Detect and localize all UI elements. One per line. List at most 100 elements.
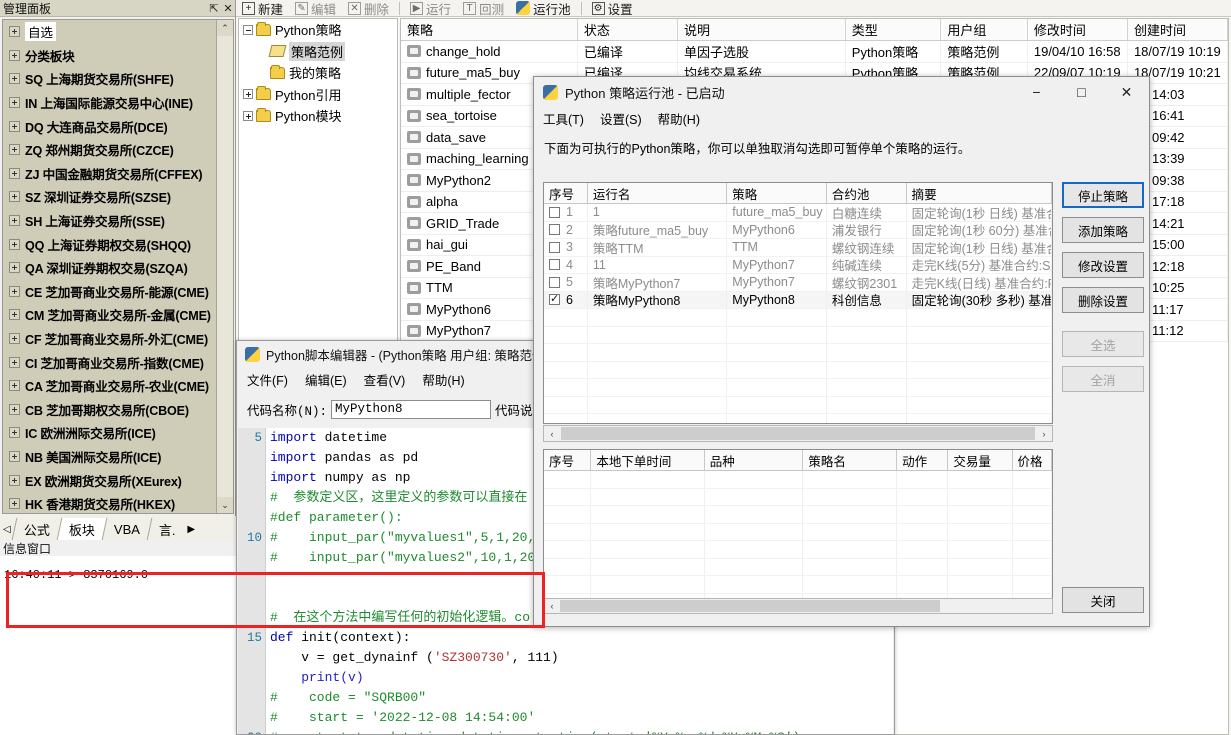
- market-tree-item[interactable]: NB 美国洲际交易所(ICE): [3, 445, 218, 469]
- market-tree-item[interactable]: DQ 大连商品交易所(DCE): [3, 114, 218, 138]
- running-table-hscrollbar[interactable]: ‹ ›: [543, 425, 1053, 442]
- market-tree-item[interactable]: CB 芝加哥期权交易所(CBOE): [3, 398, 218, 422]
- menu-edit[interactable]: 编辑(E): [305, 370, 347, 389]
- market-tree-item[interactable]: CI 芝加哥商业交易所-指数(CME): [3, 350, 218, 374]
- market-tree-item[interactable]: ZQ 郑州期货交易所(CZCE): [3, 138, 218, 162]
- row-checkbox[interactable]: [549, 292, 560, 306]
- expand-icon[interactable]: [9, 333, 20, 345]
- market-tree-item[interactable]: CF 芝加哥商业交易所-外汇(CME): [3, 327, 218, 351]
- column-header[interactable]: 序号: [544, 183, 588, 203]
- market-tree-item[interactable]: QQ 上海证券期权交易(SHQQ): [3, 232, 218, 256]
- column-header[interactable]: 交易量: [948, 450, 1013, 470]
- chevron-up-icon[interactable]: ⌃: [217, 20, 233, 36]
- row-checkbox[interactable]: [549, 241, 560, 253]
- market-tree-item[interactable]: HK 香港期货交易所(HKEX): [3, 492, 218, 513]
- table-row[interactable]: 1 1 future_ma5_buy 白糖连续 固定轮询(1秒 日线) 基准合: [544, 204, 1052, 222]
- market-tree-item[interactable]: 自选: [3, 20, 218, 44]
- column-header[interactable]: 价格: [1013, 450, 1052, 470]
- column-header[interactable]: 策略: [401, 19, 578, 40]
- market-tree-item[interactable]: IN 上海国际能源交易中心(INE): [3, 91, 218, 115]
- market-tree-item[interactable]: SH 上海证券交易所(SSE): [3, 209, 218, 233]
- market-tree-item[interactable]: CE 芝加哥商业交易所-能源(CME): [3, 280, 218, 304]
- pin-icon[interactable]: ⇱: [207, 2, 221, 15]
- table-row[interactable]: 2 策略future_ma5_buy MyPython6 浦发银行 固定轮询(1秒 60…: [544, 221, 1052, 239]
- column-header[interactable]: 说明: [678, 19, 846, 40]
- scrollbar-thumb[interactable]: [560, 600, 940, 612]
- python-strategy-pool-dialog[interactable]: Python 策略运行池 - 已启动 − □ ✕ 工具(T) 设置(S) 帮助(…: [533, 76, 1150, 627]
- expand-icon[interactable]: [9, 144, 20, 156]
- market-tree-item[interactable]: IC 欧洲洲际交易所(ICE): [3, 421, 218, 445]
- market-tree-item[interactable]: CM 芝加哥商业交易所-金属(CME): [3, 303, 218, 327]
- column-header[interactable]: 品种: [705, 450, 804, 470]
- menu-help[interactable]: 帮助(H): [422, 370, 464, 389]
- close-icon[interactable]: ✕: [221, 2, 235, 15]
- expand-icon[interactable]: [9, 309, 20, 321]
- pool-button-1[interactable]: 添加策略: [1062, 217, 1144, 243]
- expand-icon[interactable]: [9, 26, 20, 38]
- project-tree-item[interactable]: Python引用: [239, 84, 397, 106]
- triangle-right-icon[interactable]: ▶: [184, 518, 199, 540]
- market-tree[interactable]: 自选 分类板块 SQ 上海期货交易所(SHFE) IN 上海国际能源交易中心(INE)…: [2, 19, 234, 514]
- market-tree-item[interactable]: 分类板块: [3, 44, 218, 68]
- panel-tabs[interactable]: ◁ 公式 板块 VBA 言. ▶: [0, 516, 236, 540]
- menu-help[interactable]: 帮助(H): [658, 109, 700, 128]
- order-table-hscrollbar[interactable]: ‹: [543, 598, 1053, 614]
- row-checkbox[interactable]: [549, 206, 560, 218]
- column-header[interactable]: 用户组: [941, 19, 1028, 40]
- code-line[interactable]: v = get_dynainf ('SZ300730', 111): [270, 648, 893, 668]
- expand-icon[interactable]: [9, 356, 20, 368]
- pool-action-buttons[interactable]: 停止策略 添加策略 修改设置 删除设置 全选 全消: [1062, 182, 1144, 401]
- column-header[interactable]: 摘要: [907, 183, 1052, 203]
- expand-icon[interactable]: [9, 285, 20, 297]
- table-row[interactable]: change_hold 已编译 单因子选股 Python策略 策略范例 19/04/10 …: [401, 41, 1228, 63]
- market-tree-item[interactable]: SQ 上海期货交易所(SHFE): [3, 67, 218, 91]
- order-records-table[interactable]: 序号 本地下单时间 品种 策略名 动作 交易量 价格: [543, 449, 1053, 614]
- column-header[interactable]: 类型: [846, 19, 942, 40]
- market-tree-item[interactable]: EX 欧洲期货交易所(XEurex): [3, 468, 218, 492]
- market-tree-item[interactable]: CA 芝加哥商业交易所-农业(CME): [3, 374, 218, 398]
- row-checkbox[interactable]: [549, 224, 560, 236]
- code-name-input[interactable]: [331, 399, 492, 419]
- pool-menubar[interactable]: 工具(T) 设置(S) 帮助(H): [534, 107, 1149, 129]
- expand-icon[interactable]: [9, 474, 20, 486]
- collapse-icon[interactable]: [243, 24, 253, 35]
- column-header[interactable]: 创建时间: [1128, 19, 1228, 40]
- code-line[interactable]: # start = '2022-12-08 14:54:00': [270, 708, 893, 728]
- expand-icon[interactable]: [9, 262, 20, 274]
- expand-icon[interactable]: [9, 450, 20, 462]
- expand-icon[interactable]: [9, 380, 20, 392]
- expand-icon[interactable]: [9, 191, 20, 203]
- expand-icon[interactable]: [9, 73, 20, 85]
- menu-file[interactable]: 文件(F): [247, 370, 288, 389]
- code-line[interactable]: def init(context):: [270, 628, 893, 648]
- expand-icon[interactable]: [243, 89, 253, 100]
- menu-tools[interactable]: 工具(T): [543, 109, 584, 128]
- toolbar-gear-button[interactable]: ⚙ 设置: [586, 0, 639, 18]
- table-row[interactable]: 6 策略MyPython8MyPython8科创信息固定轮询(30秒 多秒) 基准: [544, 291, 1052, 309]
- maximize-icon[interactable]: □: [1059, 77, 1104, 107]
- tab-sector[interactable]: 板块: [56, 518, 107, 540]
- column-header[interactable]: 状态: [578, 19, 678, 40]
- running-strategies-body[interactable]: 1 1 future_ma5_buy 白糖连续 固定轮询(1秒 日线) 基准合 2 策略fu…: [544, 204, 1052, 423]
- project-tree-item[interactable]: 策略范例: [239, 41, 397, 63]
- close-button[interactable]: 关闭: [1062, 587, 1144, 613]
- tab-vba[interactable]: VBA: [101, 518, 152, 540]
- code-line[interactable]: print(v): [270, 668, 893, 688]
- column-header[interactable]: 策略: [727, 183, 827, 203]
- chevron-down-icon[interactable]: ⌄: [217, 497, 233, 513]
- chevron-left-icon[interactable]: ‹: [544, 601, 560, 611]
- market-tree-item[interactable]: QA 深圳证券期权交易(SZQA): [3, 256, 218, 280]
- code-line[interactable]: # start_t = datetime.datetime.strptime(s…: [270, 728, 893, 734]
- column-header[interactable]: 运行名: [588, 183, 728, 203]
- row-checkbox[interactable]: [549, 259, 560, 271]
- column-header[interactable]: 本地下单时间: [591, 450, 705, 470]
- table-row[interactable]: 4 11 MyPython7 纯碱连续 走完K线(5分) 基准合约:SA: [544, 256, 1052, 274]
- column-header[interactable]: 动作: [897, 450, 949, 470]
- project-tree-item[interactable]: 我的策略: [239, 62, 397, 84]
- expand-icon[interactable]: [9, 498, 20, 510]
- market-tree-item[interactable]: SZ 深圳证券交易所(SZSE): [3, 185, 218, 209]
- code-line[interactable]: # code = "SQRB00": [270, 688, 893, 708]
- menu-settings[interactable]: 设置(S): [600, 109, 642, 128]
- table-row[interactable]: 5 策略MyPython7 MyPython7 螺纹钢2301 走完K线(日线) 基准合…: [544, 274, 1052, 292]
- pool-button-0[interactable]: 停止策略: [1062, 182, 1144, 208]
